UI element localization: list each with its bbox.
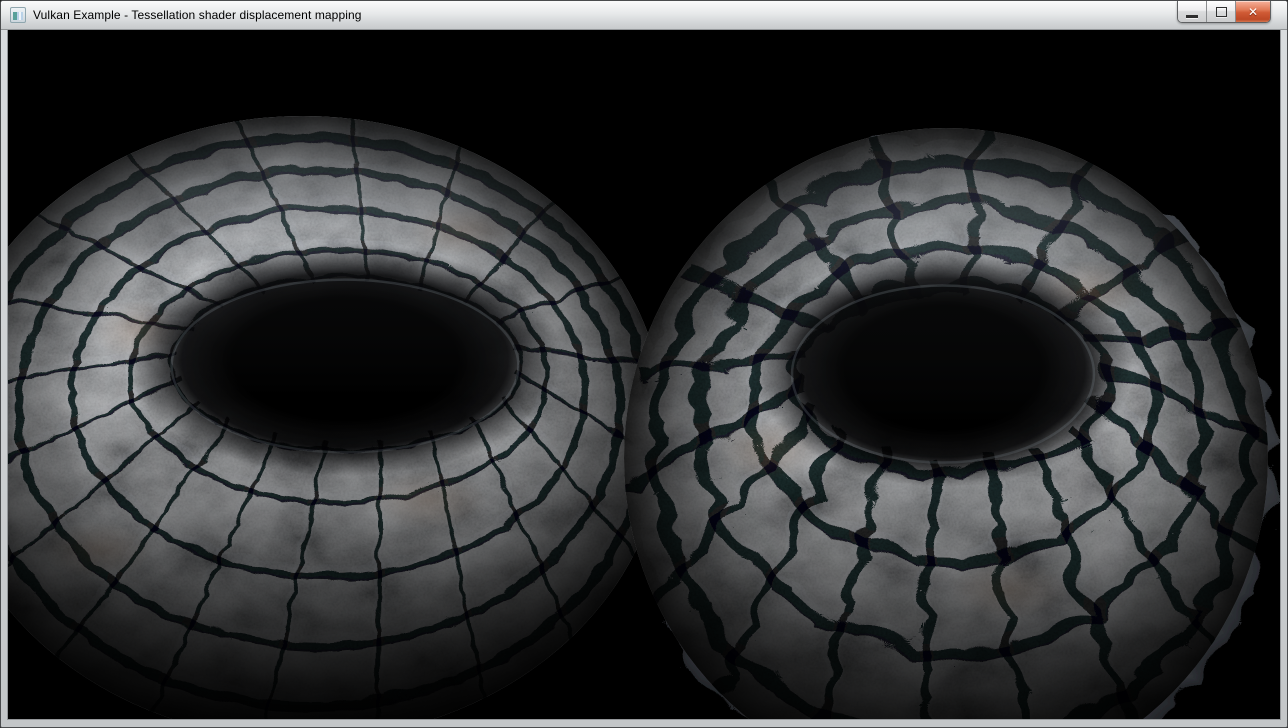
window-title: Vulkan Example - Tessellation shader dis…	[33, 8, 362, 22]
vignette-overlay	[624, 128, 1268, 719]
maximize-button[interactable]	[1206, 1, 1235, 22]
render-viewport[interactable]	[8, 30, 1280, 719]
torus-left-flat-tiles	[8, 104, 673, 719]
scene-svg	[8, 30, 1280, 719]
maximize-icon	[1216, 7, 1227, 17]
minimize-icon	[1186, 15, 1198, 18]
vignette-overlay	[8, 116, 665, 719]
app-icon	[10, 7, 26, 23]
close-icon: ✕	[1248, 6, 1258, 18]
torus-right-displacement-mapped	[615, 115, 1277, 719]
window-titlebar[interactable]: Vulkan Example - Tessellation shader dis…	[1, 1, 1287, 30]
window-controls: ✕	[1177, 1, 1271, 23]
app-window: Vulkan Example - Tessellation shader dis…	[0, 0, 1288, 728]
close-button[interactable]: ✕	[1235, 1, 1270, 22]
minimize-button[interactable]	[1178, 1, 1206, 22]
